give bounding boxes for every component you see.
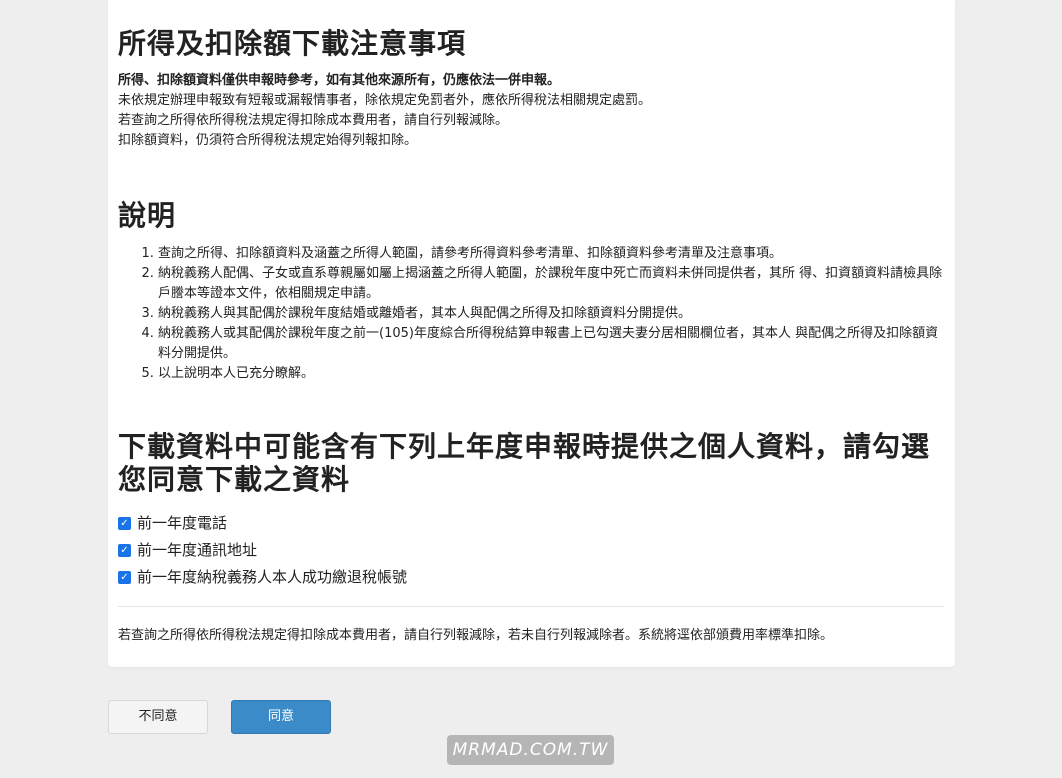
divider xyxy=(118,606,944,607)
notice-line: 未依規定辦理申報致有短報或漏報情事者，除依規定免罰者外，應依所得稅法相關規定處罰… xyxy=(118,93,652,108)
notice-line: 扣除額資料，仍須符合所得稅法規定始得列報扣除。 xyxy=(118,133,418,148)
notice-title: 所得及扣除額下載注意事項 xyxy=(118,27,467,60)
main-panel: 所得及扣除額下載注意事項 所得、扣除額資料僅供申報時參考，如有其他來源所有，仍應… xyxy=(108,0,955,667)
consent-options: ✓ 前一年度電話 ✓ 前一年度通訊地址 ✓ 前一年度納稅義務人本人成功繳退稅帳號 xyxy=(118,510,407,591)
consent-option-address[interactable]: ✓ 前一年度通訊地址 xyxy=(118,537,407,564)
notice-line: 若查詢之所得依所得稅法規定得扣除成本費用者，請自行列報減除。 xyxy=(118,113,509,128)
consent-option-label: 前一年度納稅義務人本人成功繳退稅帳號 xyxy=(137,568,408,586)
description-item: 查詢之所得、扣除額資料及涵蓋之所得人範圍，請參考所得資料參考清單、扣除額資料參考… xyxy=(158,244,945,264)
agree-button[interactable]: 同意 xyxy=(231,700,331,734)
disagree-button[interactable]: 不同意 xyxy=(108,700,208,734)
consent-option-phone[interactable]: ✓ 前一年度電話 xyxy=(118,510,407,537)
checkbox-checked-icon[interactable]: ✓ xyxy=(118,571,131,584)
notice-text: 所得、扣除額資料僅供申報時參考，如有其他來源所有，仍應依法一併申報。 未依規定辦… xyxy=(118,71,651,151)
consent-option-refund-account[interactable]: ✓ 前一年度納稅義務人本人成功繳退稅帳號 xyxy=(118,564,407,591)
description-item: 以上說明本人已充分瞭解。 xyxy=(158,364,945,384)
notice-line: 所得、扣除額資料僅供申報時參考，如有其他來源所有，仍應依法一併申報。 xyxy=(118,73,561,88)
checkbox-checked-icon[interactable]: ✓ xyxy=(118,517,131,530)
consent-option-label: 前一年度通訊地址 xyxy=(137,541,258,559)
description-title: 說明 xyxy=(118,199,177,232)
consent-option-label: 前一年度電話 xyxy=(137,514,228,532)
footer-note: 若查詢之所得依所得稅法規定得扣除成本費用者，請自行列報減除，若未自行列報減除者。… xyxy=(118,628,834,643)
description-item: 納稅義務人或其配偶於課稅年度之前一(105)年度綜合所得稅結算申報書上已勾選夫妻… xyxy=(158,324,945,364)
watermark-logo: MRMAD.COM.TW xyxy=(447,735,614,765)
checkbox-checked-icon[interactable]: ✓ xyxy=(118,544,131,557)
description-item: 納稅義務人與其配偶於課稅年度結婚或離婚者，其本人與配偶之所得及扣除額資料分開提供… xyxy=(158,304,945,324)
description-item: 納稅義務人配偶、子女或直系尊親屬如屬上揭涵蓋之所得人範圍，於課稅年度中死亡而資料… xyxy=(158,264,945,304)
consent-title: 下載資料中可能含有下列上年度申報時提供之個人資料，請勾選您同意下載之資料 xyxy=(118,430,931,496)
description-list: 查詢之所得、扣除額資料及涵蓋之所得人範圍，請參考所得資料參考清單、扣除額資料參考… xyxy=(118,244,945,384)
